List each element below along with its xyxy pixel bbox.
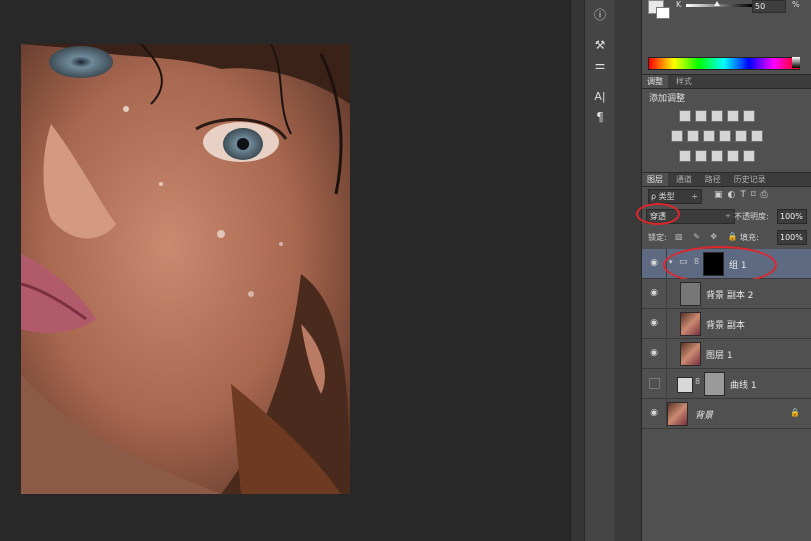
layer-name[interactable]: 背景	[695, 408, 713, 421]
curves-adjustment-icon	[677, 377, 693, 393]
layer-filter-row: ρ 类型 ÷ ▣◐T⌑⎙	[642, 188, 811, 204]
eye-divider	[666, 309, 667, 338]
info-icon[interactable]: ⓘ	[590, 6, 610, 24]
layer-name[interactable]: 曲线 1	[730, 378, 757, 391]
tab-adjustments[interactable]: 调整	[642, 75, 668, 88]
gradient-map-icon[interactable]	[727, 150, 739, 162]
color-lookup-icon[interactable]	[751, 130, 763, 142]
vibrance-icon[interactable]	[743, 110, 755, 122]
eye-icon[interactable]: ◉	[648, 257, 660, 269]
link-chain-icon[interactable]: 8	[695, 377, 700, 386]
fill-label: 填充:	[740, 233, 759, 242]
adjust-sliders-icon[interactable]: ⚌	[590, 56, 610, 74]
black-white-ramp[interactable]	[792, 57, 800, 68]
layer-name[interactable]: 背景 副本 2	[706, 288, 753, 301]
brush-presets-icon[interactable]: ⚒	[590, 36, 610, 54]
layer-row-bg-copy[interactable]: ◉ 背景 副本	[642, 309, 811, 339]
layer-thumbnail	[680, 282, 701, 306]
annotation-circle-blend	[636, 203, 680, 225]
background-color-swatch[interactable]	[656, 7, 670, 19]
color-panel: K 50 %	[642, 0, 811, 72]
k-unit-label: %	[792, 0, 800, 9]
tab-history[interactable]: 历史记录	[729, 173, 771, 186]
eye-icon[interactable]: ◉	[648, 317, 660, 329]
add-adjustment-title: 添加调整	[649, 94, 686, 104]
right-panel: K 50 % 调整 样式 添加调整 图层 通道 路径 历史记录 ρ 类型 ÷ ▣…	[636, 0, 811, 541]
levels-icon[interactable]	[695, 110, 707, 122]
eye-icon[interactable]: ◉	[648, 287, 660, 299]
lock-option-icons[interactable]: ▨ ✎ ✥ 🔒	[675, 232, 742, 241]
eye-divider	[666, 279, 667, 308]
layer-row-curves1[interactable]: 8 曲线 1	[642, 369, 811, 399]
collapsed-panel-strip: ⓘ ⚒ ⚌ A| ¶	[584, 0, 616, 541]
opacity-label: 不透明度:	[734, 212, 769, 221]
layer-thumbnail	[680, 312, 701, 336]
channel-mixer-icon[interactable]	[735, 130, 747, 142]
character-panel-icon[interactable]: A|	[590, 88, 610, 106]
tab-styles[interactable]: 样式	[671, 75, 697, 88]
tab-paths[interactable]: 路径	[700, 173, 726, 186]
lock-label: 锁定:	[648, 233, 667, 242]
chevron-down-icon: ÷	[725, 212, 731, 220]
lock-fill-row: 锁定: ▨ ✎ ✥ 🔒 填充: 100%	[642, 229, 811, 247]
color-balance-icon[interactable]	[687, 130, 699, 142]
layer-name[interactable]: 图层 1	[706, 348, 733, 361]
layer-filter-select[interactable]: ρ 类型 ÷	[648, 189, 702, 204]
k-channel-label: K	[676, 0, 682, 9]
hidden-visibility-box[interactable]	[649, 378, 660, 389]
filter-type-icons[interactable]: ▣◐T⌑⎙	[714, 190, 773, 200]
curves-icon[interactable]	[711, 110, 723, 122]
layer-thumbnail	[667, 402, 688, 426]
tab-layers[interactable]: 图层	[642, 173, 668, 186]
filter-caret: ÷	[691, 192, 698, 201]
brightness-icon[interactable]	[679, 110, 691, 122]
eye-divider	[666, 369, 667, 398]
layer-mask-thumbnail[interactable]	[704, 372, 725, 396]
lock-icon: 🔒	[790, 408, 800, 417]
panel-divider	[615, 0, 641, 541]
hue-saturation-icon[interactable]	[671, 130, 683, 142]
layer-name[interactable]: 背景 副本	[706, 318, 745, 331]
exposure-icon[interactable]	[727, 110, 739, 122]
eye-divider	[666, 339, 667, 368]
paragraph-panel-icon[interactable]: ¶	[590, 108, 610, 126]
document-canvas-area[interactable]	[0, 0, 570, 541]
filter-label: ρ 类型	[651, 192, 675, 201]
fill-field[interactable]: 100%	[777, 230, 807, 245]
layers-tab-bar: 图层 通道 路径 历史记录	[642, 172, 811, 187]
layer-thumbnail	[680, 342, 701, 366]
eye-icon[interactable]: ◉	[648, 347, 660, 359]
k-slider-thumb[interactable]	[714, 1, 720, 6]
layer-row-background[interactable]: ◉ 背景 🔒	[642, 399, 811, 429]
adjustments-tab-bar: 调整 样式	[642, 74, 811, 89]
selective-color-icon[interactable]	[743, 150, 755, 162]
eye-icon[interactable]: ◉	[648, 407, 660, 419]
black-white-icon[interactable]	[703, 130, 715, 142]
layer-row-bg-copy2[interactable]: ◉ 背景 副本 2	[642, 279, 811, 309]
color-spectrum-ramp[interactable]	[648, 57, 800, 70]
k-value-field[interactable]: 50	[752, 0, 786, 13]
portrait-photo[interactable]	[21, 44, 350, 494]
panel-gutter	[570, 0, 585, 541]
layer-row-layer1[interactable]: ◉ 图层 1	[642, 339, 811, 369]
invert-icon[interactable]	[679, 150, 691, 162]
threshold-icon[interactable]	[711, 150, 723, 162]
tab-channels[interactable]: 通道	[671, 173, 697, 186]
photo-filter-icon[interactable]	[719, 130, 731, 142]
opacity-field[interactable]: 100%	[777, 209, 807, 224]
posterize-icon[interactable]	[695, 150, 707, 162]
